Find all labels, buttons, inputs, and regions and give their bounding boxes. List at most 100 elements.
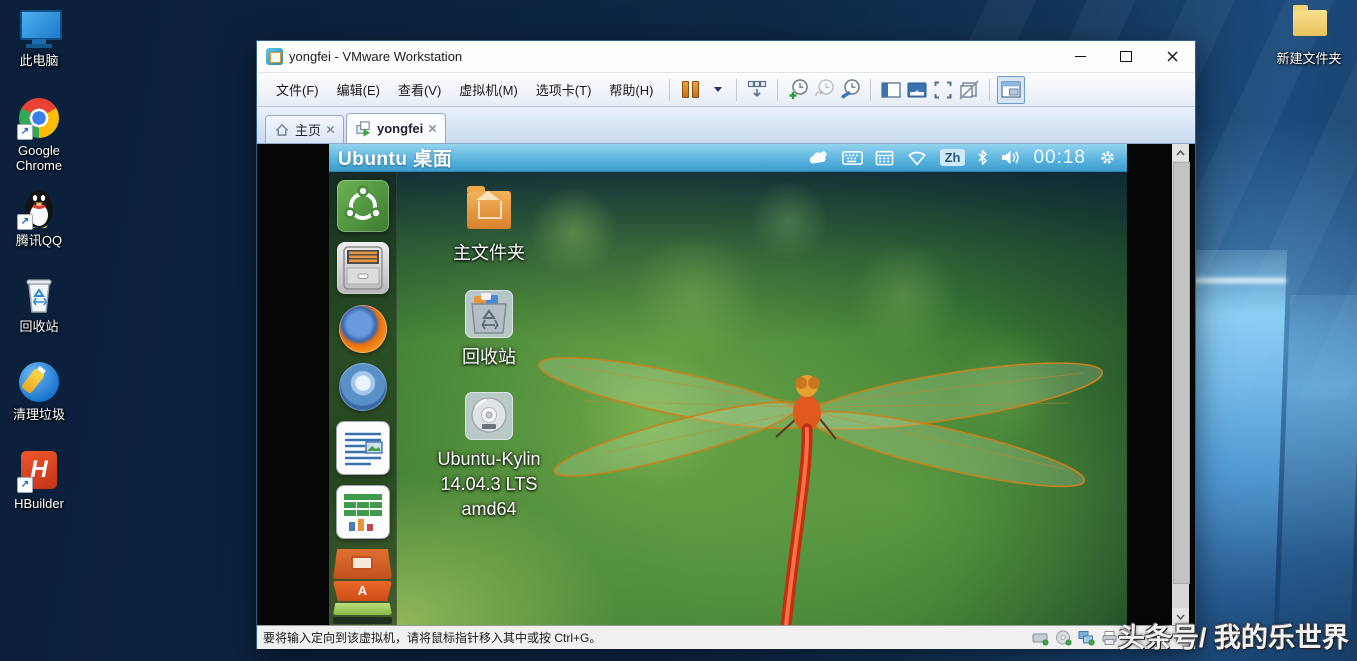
toolbar-separator	[870, 78, 872, 101]
volume-icon[interactable]	[1000, 149, 1021, 166]
icon-label: amd64	[461, 499, 517, 519]
this-pc-icon	[17, 6, 62, 50]
dvd-disc-icon	[462, 389, 516, 443]
show-thumbnail-bar-button[interactable]	[904, 77, 930, 103]
scrollbar-thumb[interactable]	[1173, 162, 1190, 584]
show-library-button[interactable]	[878, 77, 904, 103]
hard-disk-icon[interactable]	[1032, 630, 1049, 646]
weather-icon[interactable]	[808, 149, 830, 167]
take-snapshot-button[interactable]	[785, 77, 811, 103]
close-button[interactable]	[1149, 42, 1195, 72]
snapshot-clock-icon	[789, 79, 808, 99]
menu-view[interactable]: 查看(V)	[389, 75, 450, 104]
bluetooth-icon[interactable]	[977, 149, 988, 166]
pause-vm-button[interactable]	[677, 77, 703, 103]
calendar-icon[interactable]	[875, 149, 894, 166]
printer-icon[interactable]	[1101, 630, 1118, 646]
icon-label: 回收站	[462, 347, 516, 367]
manage-snapshots-button[interactable]	[837, 77, 863, 103]
vm-console[interactable]: Ubuntu 桌面 Zh 00:18 A 主文件夹 回收站 Ubuntu-Kyl…	[257, 144, 1195, 625]
home-icon	[275, 123, 289, 136]
ubuntu-screen: Ubuntu 桌面 Zh 00:18 A 主文件夹 回收站 Ubuntu-Kyl…	[329, 144, 1127, 625]
watermark: 头条号/ 我的乐世界	[1118, 623, 1350, 653]
desktop-icon-clean-trash[interactable]: 清理垃圾	[0, 360, 78, 422]
revert-snapshot-button[interactable]	[811, 77, 837, 103]
icon-label: 新建文件夹	[1276, 51, 1342, 66]
library-panel-icon	[881, 81, 902, 98]
tab-bar: 主页 yongfei	[257, 107, 1195, 144]
bokeh	[749, 181, 829, 261]
full-screen-button[interactable]	[930, 77, 956, 103]
desktop-icon-new-folder[interactable]: 新建文件夹	[1270, 4, 1348, 66]
console-view-button[interactable]	[997, 75, 1026, 104]
window-title: yongfei - VMware Workstation	[289, 49, 463, 64]
tab-home[interactable]: 主页	[265, 115, 345, 143]
scroll-up-button[interactable]	[1172, 144, 1189, 161]
network-icon[interactable]	[906, 150, 928, 166]
maximize-button[interactable]	[1103, 42, 1149, 72]
launcher-libreoffice-calc[interactable]	[335, 485, 390, 539]
ubuntu-wallpaper: A 主文件夹 回收站 Ubuntu-Kylin 14.04.3 LTS amd6…	[329, 171, 1127, 625]
thumbnail-bar-icon	[907, 82, 927, 97]
launcher-folded-icon	[333, 617, 392, 624]
wallpaper-beam	[1180, 250, 1288, 655]
ubuntu-icon-home-folder[interactable]: 主文件夹	[429, 183, 549, 266]
send-ctrl-alt-del-button[interactable]	[744, 77, 770, 103]
icon-label: Google Chrome	[15, 143, 63, 173]
desktop-icon-google-chrome[interactable]: ↗ Google Chrome	[0, 96, 78, 173]
menu-bar: 文件(F) 编辑(E) 查看(V) 虚拟机(M) 选项卡(T) 帮助(H)	[257, 73, 1195, 107]
menu-help[interactable]: 帮助(H)	[600, 75, 662, 104]
panel-clock[interactable]: 00:18	[1033, 147, 1086, 169]
shortcut-arrow-icon: ↗	[17, 214, 33, 230]
wallpaper-beam	[1277, 295, 1357, 660]
close-tab-icon[interactable]	[428, 124, 437, 133]
title-bar[interactable]: yongfei - VMware Workstation	[257, 41, 1195, 73]
menu-vm[interactable]: 虚拟机(M)	[450, 75, 527, 104]
tab-yongfei[interactable]: yongfei	[346, 113, 447, 143]
unity-mode-button[interactable]	[956, 77, 982, 103]
launcher-software-center[interactable]: A	[333, 581, 392, 601]
desktop-icon-tencent-qq[interactable]: ↗ 腾讯QQ	[0, 186, 78, 248]
network-adapter-icon[interactable]	[1078, 630, 1095, 646]
folder-icon	[1287, 4, 1331, 48]
launcher-libreoffice-writer[interactable]	[335, 421, 390, 475]
snapshot-wrench-icon	[841, 79, 860, 99]
send-ctrl-alt-del-icon	[748, 80, 767, 97]
tab-label: yongfei	[377, 121, 424, 136]
toolbar-separator	[669, 78, 671, 101]
status-message: 要将输入定向到该虚拟机，请将鼠标指针移入其中或按 Ctrl+G。	[263, 631, 602, 645]
vm-scrollbar[interactable]	[1172, 144, 1190, 625]
cleaner-icon	[17, 360, 61, 404]
ubuntu-icon-trash[interactable]: 回收站	[429, 287, 549, 370]
keyboard-icon[interactable]	[841, 150, 863, 166]
revert-clock-icon	[815, 79, 834, 97]
input-method-indicator[interactable]: Zh	[939, 149, 966, 166]
launcher-ubuntu-dash[interactable]	[336, 180, 389, 232]
menu-edit[interactable]: 编辑(E)	[328, 75, 389, 104]
recycle-bin-icon	[17, 272, 61, 316]
close-tab-icon[interactable]	[326, 125, 335, 134]
launcher-file-manager[interactable]	[336, 242, 389, 294]
session-gear-icon[interactable]	[1098, 148, 1117, 167]
desktop-icon-this-pc[interactable]: 此电脑	[0, 6, 78, 68]
cd-dvd-icon[interactable]	[1055, 630, 1072, 646]
power-dropdown-button[interactable]	[703, 77, 729, 103]
hbuilder-icon: H ↗	[17, 449, 61, 493]
ubuntu-tray: Zh 00:18	[808, 147, 1127, 169]
desktop-icon-hbuilder[interactable]: H ↗ HBuilder	[0, 449, 78, 511]
desktop-icon-recycle-bin[interactable]: 回收站	[0, 272, 78, 334]
toolbar-separator	[777, 78, 779, 101]
shortcut-arrow-icon: ↗	[17, 124, 33, 140]
menu-tabs[interactable]: 选项卡(T)	[527, 75, 601, 104]
trash-icon	[462, 287, 516, 341]
launcher-folded-icon[interactable]	[333, 603, 392, 615]
launcher-chromium[interactable]	[338, 363, 387, 411]
chevron-down-icon	[714, 87, 723, 92]
home-folder-icon	[462, 183, 516, 237]
minimize-button[interactable]	[1057, 42, 1103, 72]
launcher-libreoffice-impress[interactable]	[333, 549, 392, 579]
menu-file[interactable]: 文件(F)	[267, 75, 328, 104]
dragonfly-image	[538, 356, 1103, 625]
launcher-firefox[interactable]	[338, 305, 387, 353]
ubuntu-icon-kylin-dvd[interactable]: Ubuntu-Kylin 14.04.3 LTS amd64	[429, 389, 549, 522]
